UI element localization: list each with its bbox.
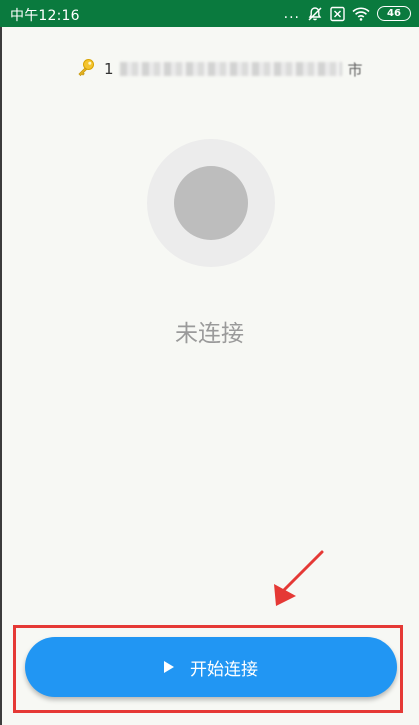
muted-bell-icon xyxy=(307,6,323,22)
connection-status-label: 未连接 xyxy=(175,321,244,347)
account-id-prefix: 1 xyxy=(104,60,114,78)
no-sim-icon xyxy=(330,6,345,22)
window-edge xyxy=(0,27,2,725)
start-connection-label: 开始连接 xyxy=(190,659,258,680)
status-time: 中午12:16 xyxy=(10,8,80,24)
account-row: 1 市 xyxy=(76,58,363,80)
connection-indicator xyxy=(147,139,275,267)
status-bar: 中午12:16 ... 46 xyxy=(0,0,419,27)
app-screen: 中午12:16 ... 46 1 市 未连接 开始连接 xyxy=(0,0,419,725)
status-icons: ... 46 xyxy=(284,4,411,23)
battery-icon: 46 xyxy=(377,6,411,21)
annotation-arrow-icon xyxy=(274,550,324,606)
start-connection-button[interactable]: 开始连接 xyxy=(25,637,397,697)
wifi-icon xyxy=(352,7,370,21)
more-dots-icon: ... xyxy=(283,5,300,22)
account-id-redacted xyxy=(119,62,342,76)
play-icon xyxy=(164,661,174,673)
connection-indicator-dot xyxy=(174,166,248,240)
key-icon xyxy=(76,57,96,81)
account-id-suffix: 市 xyxy=(347,60,363,79)
